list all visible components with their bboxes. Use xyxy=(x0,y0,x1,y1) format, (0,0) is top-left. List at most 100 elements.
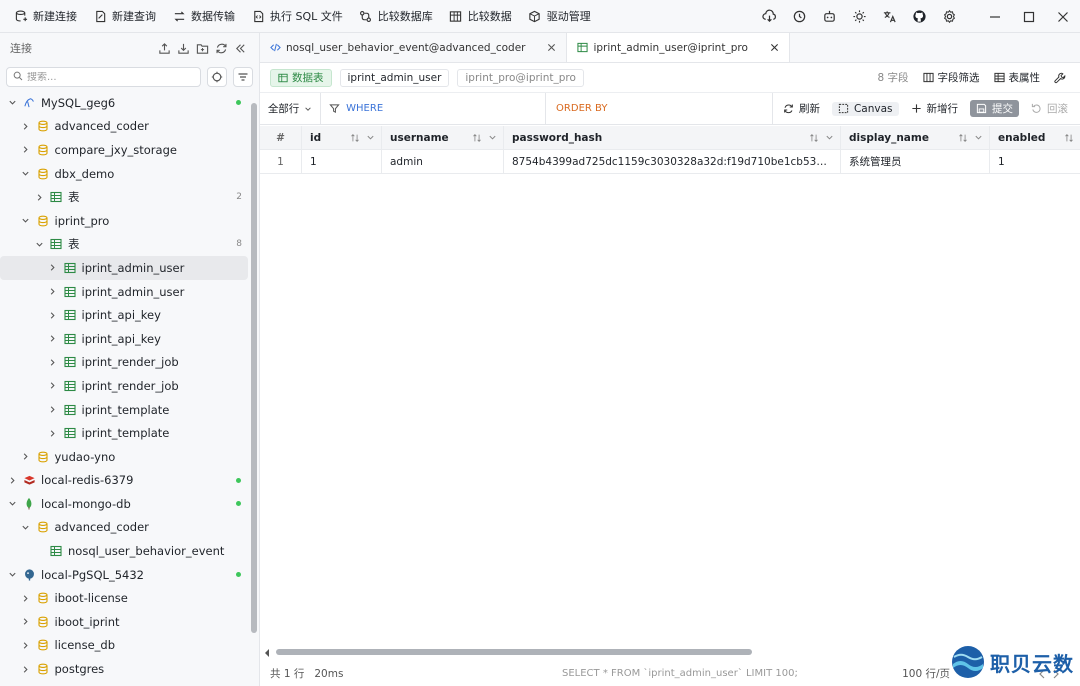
maximize-button[interactable] xyxy=(1012,0,1046,33)
sidebar-scrollbar-thumb[interactable] xyxy=(251,103,257,633)
tree-item-database[interactable]: postgres xyxy=(0,657,248,681)
data-transfer-button[interactable]: 数据传输 xyxy=(166,4,241,28)
table-properties-button[interactable]: 表属性 xyxy=(993,70,1040,85)
sidebar-search-box[interactable] xyxy=(6,67,201,87)
sort-icon[interactable] xyxy=(809,133,819,143)
chevron-right-icon[interactable] xyxy=(20,639,32,651)
horizontal-scrollbar-thumb[interactable] xyxy=(276,649,752,655)
download-icon[interactable] xyxy=(174,39,192,57)
tree-item-mysql[interactable]: MySQL_geg6 xyxy=(0,91,248,115)
minimize-button[interactable] xyxy=(978,0,1012,33)
collapse-sidebar-icon[interactable] xyxy=(231,39,249,57)
tree-item-table[interactable]: iprint_admin_user xyxy=(0,256,248,280)
close-window-button[interactable] xyxy=(1046,0,1080,33)
submit-button[interactable]: 提交 xyxy=(970,100,1019,117)
chevron-right-icon[interactable] xyxy=(47,380,59,392)
page-size-select[interactable]: 100 行/页 xyxy=(902,666,950,681)
tree-item-table-group[interactable]: 表2 xyxy=(0,185,248,209)
cell-username[interactable]: admin xyxy=(382,150,504,173)
scroll-left-icon[interactable] xyxy=(263,647,271,661)
tab-iprint-admin-user[interactable]: iprint_admin_user@iprint_pro xyxy=(567,33,790,62)
sort-icon[interactable] xyxy=(472,133,482,143)
tree-item-collection[interactable]: nosql_user_behavior_event xyxy=(0,539,248,563)
chevron-down-icon[interactable] xyxy=(20,521,32,533)
tree-item-database[interactable]: advanced_coder xyxy=(0,516,248,540)
tree-item-table[interactable]: iprint_admin_user xyxy=(0,280,248,304)
tree-item-mongo[interactable]: local-mongo-db xyxy=(0,492,248,516)
column-header-username[interactable]: username xyxy=(382,126,504,149)
tree-item-redis[interactable]: local-redis-6379 xyxy=(0,469,248,493)
sort-icon[interactable] xyxy=(958,133,968,143)
order-by-input[interactable]: ORDER BY xyxy=(546,92,773,125)
chevron-down-icon[interactable] xyxy=(6,498,18,510)
tree-item-table[interactable]: iprint_api_key xyxy=(0,303,248,327)
sun-icon[interactable] xyxy=(844,0,874,33)
chevron-down-icon[interactable] xyxy=(20,215,32,227)
canvas-button[interactable]: Canvas xyxy=(831,101,899,116)
chevron-right-icon[interactable] xyxy=(20,616,32,628)
tree-item-postgres[interactable]: local-PgSQL_5432 xyxy=(0,563,248,587)
new-connection-button[interactable]: 新建连接 xyxy=(8,4,83,28)
chevron-down-icon[interactable] xyxy=(825,133,834,142)
rows-scope-select[interactable]: 全部行 xyxy=(260,92,322,125)
chevron-down-icon[interactable] xyxy=(33,238,45,250)
tree-item-database[interactable]: iboot-license xyxy=(0,586,248,610)
gear-icon[interactable] xyxy=(934,0,964,33)
tree-item-table[interactable]: iprint_render_job xyxy=(0,351,248,375)
column-header-id[interactable]: id xyxy=(302,126,382,149)
chevron-right-icon[interactable] xyxy=(47,286,59,298)
data-table-mode-chip[interactable]: 数据表 xyxy=(270,68,332,87)
compare-data-button[interactable]: 比较数据 xyxy=(443,4,518,28)
cell-display-name[interactable]: 系统管理员 xyxy=(841,150,990,173)
chevron-down-icon[interactable] xyxy=(366,133,375,142)
cell-password-hash[interactable]: 8754b4399ad725dc1159c3030328a32d:f19d710… xyxy=(504,150,841,173)
chevron-down-icon[interactable] xyxy=(20,168,32,180)
chevron-right-icon[interactable] xyxy=(47,404,59,416)
column-header-password-hash[interactable]: password_hash xyxy=(504,126,841,149)
where-input[interactable]: WHERE xyxy=(321,92,547,125)
github-icon[interactable] xyxy=(904,0,934,33)
history-icon[interactable] xyxy=(784,0,814,33)
locate-icon[interactable] xyxy=(207,67,227,87)
search-input[interactable] xyxy=(27,71,177,83)
driver-manager-button[interactable]: 驱动管理 xyxy=(522,4,597,28)
tree-item-database[interactable]: iprint_pro xyxy=(0,209,248,233)
tree-item-database[interactable]: iboot_iprint xyxy=(0,610,248,634)
chevron-down-icon[interactable] xyxy=(6,97,18,109)
tree-item-table[interactable]: iprint_api_key xyxy=(0,327,248,351)
tree-item-table[interactable]: iprint_render_job xyxy=(0,374,248,398)
chevron-right-icon[interactable] xyxy=(20,120,32,132)
filter-list-icon[interactable] xyxy=(233,67,253,87)
field-filter-button[interactable]: 字段筛选 xyxy=(922,70,980,85)
tree-item-database[interactable]: compare_jxy_storage xyxy=(0,138,248,162)
tree-item-database[interactable]: advanced_coder xyxy=(0,115,248,139)
run-sql-file-button[interactable]: 执行 SQL 文件 xyxy=(245,4,349,28)
close-tab-icon[interactable] xyxy=(547,43,556,52)
tree-item-table[interactable]: iprint_template xyxy=(0,421,248,445)
sort-icon[interactable] xyxy=(1064,133,1074,143)
refresh-button[interactable]: 刷新 xyxy=(783,101,820,116)
chevron-right-icon[interactable] xyxy=(20,663,32,675)
chevron-down-icon[interactable] xyxy=(488,133,497,142)
rollback-button[interactable]: 回滚 xyxy=(1031,101,1068,116)
new-folder-icon[interactable] xyxy=(193,39,211,57)
add-row-button[interactable]: 新增行 xyxy=(911,101,958,116)
chevron-down-icon[interactable] xyxy=(6,569,18,581)
chevron-right-icon[interactable] xyxy=(20,451,32,463)
close-tab-icon[interactable] xyxy=(770,43,779,52)
cell-id[interactable]: 1 xyxy=(302,150,382,173)
upload-icon[interactable] xyxy=(155,39,173,57)
chevron-right-icon[interactable] xyxy=(20,592,32,604)
tree-item-table-group[interactable]: 表8 xyxy=(0,233,248,257)
compare-database-button[interactable]: 比较数据库 xyxy=(353,4,439,28)
chevron-right-icon[interactable] xyxy=(6,474,18,486)
chevron-right-icon[interactable] xyxy=(33,191,45,203)
chevron-right-icon[interactable] xyxy=(47,262,59,274)
column-header-enabled[interactable]: enabled xyxy=(990,126,1080,149)
sort-icon[interactable] xyxy=(350,133,360,143)
translate-icon[interactable] xyxy=(874,0,904,33)
refresh-icon[interactable] xyxy=(212,39,230,57)
tree-item-database[interactable]: license_db xyxy=(0,634,248,658)
cell-enabled[interactable]: 1 xyxy=(990,150,1080,173)
sidebar-scrollbar[interactable] xyxy=(250,103,258,686)
